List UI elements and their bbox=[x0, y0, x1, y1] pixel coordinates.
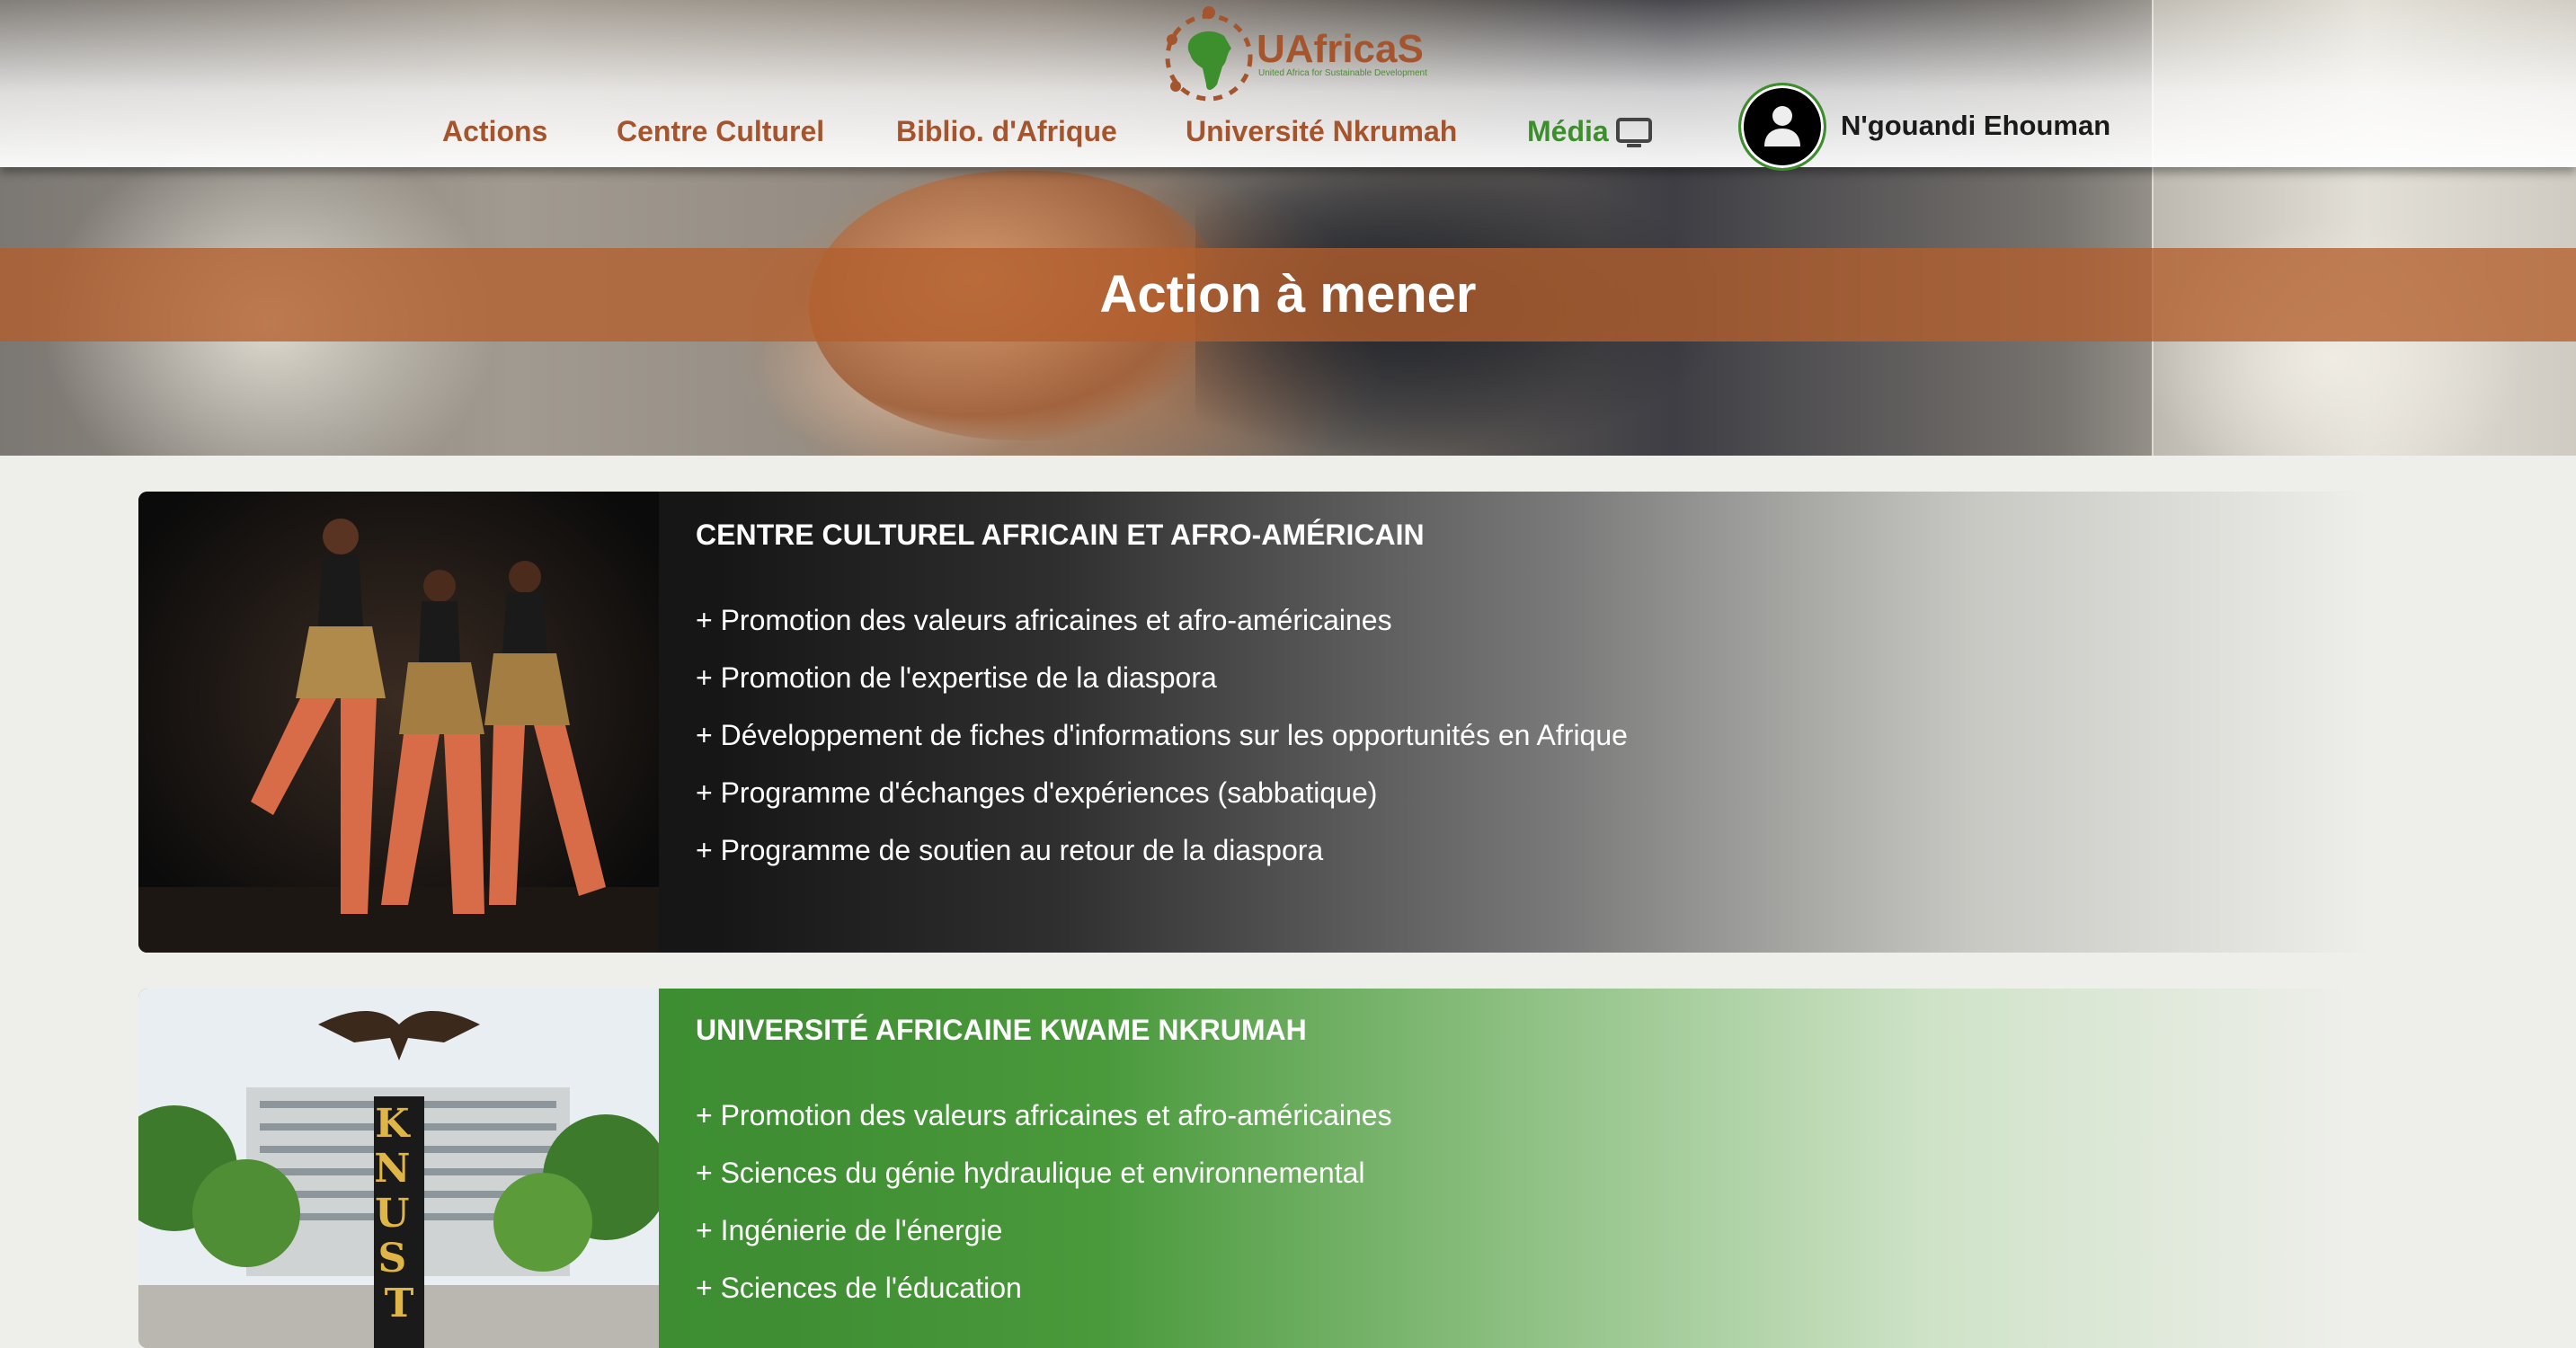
card-universite-nkrumah[interactable]: K N U S T UNIVERSITÉ AFRICAINE KWAME NKR… bbox=[138, 989, 2439, 1348]
list-item: + Programme de soutien au retour de la d… bbox=[696, 834, 1324, 866]
card-image-knust: K N U S T bbox=[138, 989, 659, 1348]
nav-actions[interactable]: Actions bbox=[442, 115, 547, 148]
nav-centre-culturel[interactable]: Centre Culturel bbox=[617, 115, 824, 148]
hero-title-band: Action à mener bbox=[0, 248, 2576, 341]
site-logo[interactable]: UAfricaS United Africa for Sustainable D… bbox=[1159, 2, 1427, 108]
nav-biblio-afrique[interactable]: Biblio. d'Afrique bbox=[896, 115, 1117, 148]
africa-logo-icon bbox=[1165, 6, 1253, 102]
logo-tagline: United Africa for Sustainable Developmen… bbox=[1258, 68, 1427, 78]
nav-media[interactable]: Média bbox=[1527, 115, 1609, 148]
card-content: UNIVERSITÉ AFRICAINE KWAME NKRUMAH + Pro… bbox=[696, 1014, 1392, 1317]
card-image-dancers bbox=[138, 492, 659, 953]
user-name: N'gouandi Ehouman bbox=[1841, 110, 2111, 141]
list-item: + Ingénierie de l'énergie bbox=[696, 1214, 1003, 1246]
knust-photo: K N U S T bbox=[138, 989, 659, 1348]
user-icon bbox=[1764, 106, 1800, 146]
site-header: UAfricaS United Africa for Sustainable D… bbox=[0, 0, 2576, 171]
card-list: + Promotion des valeurs africaines et af… bbox=[696, 1086, 1392, 1317]
list-item: + Promotion de l'expertise de la diaspor… bbox=[696, 661, 1217, 694]
card-title: UNIVERSITÉ AFRICAINE KWAME NKRUMAH bbox=[696, 1014, 1307, 1046]
card-title: CENTRE CULTUREL AFRICAIN ET AFRO-AMÉRICA… bbox=[696, 519, 1425, 551]
dancers-photo bbox=[138, 492, 659, 953]
avatar[interactable] bbox=[1738, 83, 1826, 171]
card-content: CENTRE CULTUREL AFRICAIN ET AFRO-AMÉRICA… bbox=[696, 519, 1628, 879]
logo-wordmark: UAfricaS bbox=[1257, 27, 1424, 71]
card-list: + Promotion des valeurs africaines et af… bbox=[696, 591, 1628, 879]
page-title: Action à mener bbox=[1099, 265, 1477, 324]
card-centre-culturel[interactable]: CENTRE CULTUREL AFRICAIN ET AFRO-AMÉRICA… bbox=[138, 492, 2439, 953]
list-item: + Sciences de l'éducation bbox=[696, 1272, 1022, 1304]
list-item: + Développement de fiches d'informations… bbox=[696, 719, 1628, 751]
nav-universite-nkrumah[interactable]: Université Nkrumah bbox=[1186, 115, 1457, 148]
tv-icon[interactable] bbox=[1616, 118, 1652, 148]
list-item: + Sciences du génie hydraulique et envir… bbox=[696, 1157, 1365, 1189]
list-item: + Promotion des valeurs africaines et af… bbox=[696, 604, 1392, 636]
list-item: + Promotion des valeurs africaines et af… bbox=[696, 1099, 1392, 1131]
list-item: + Programme d'échanges d'expériences (sa… bbox=[696, 776, 1378, 809]
